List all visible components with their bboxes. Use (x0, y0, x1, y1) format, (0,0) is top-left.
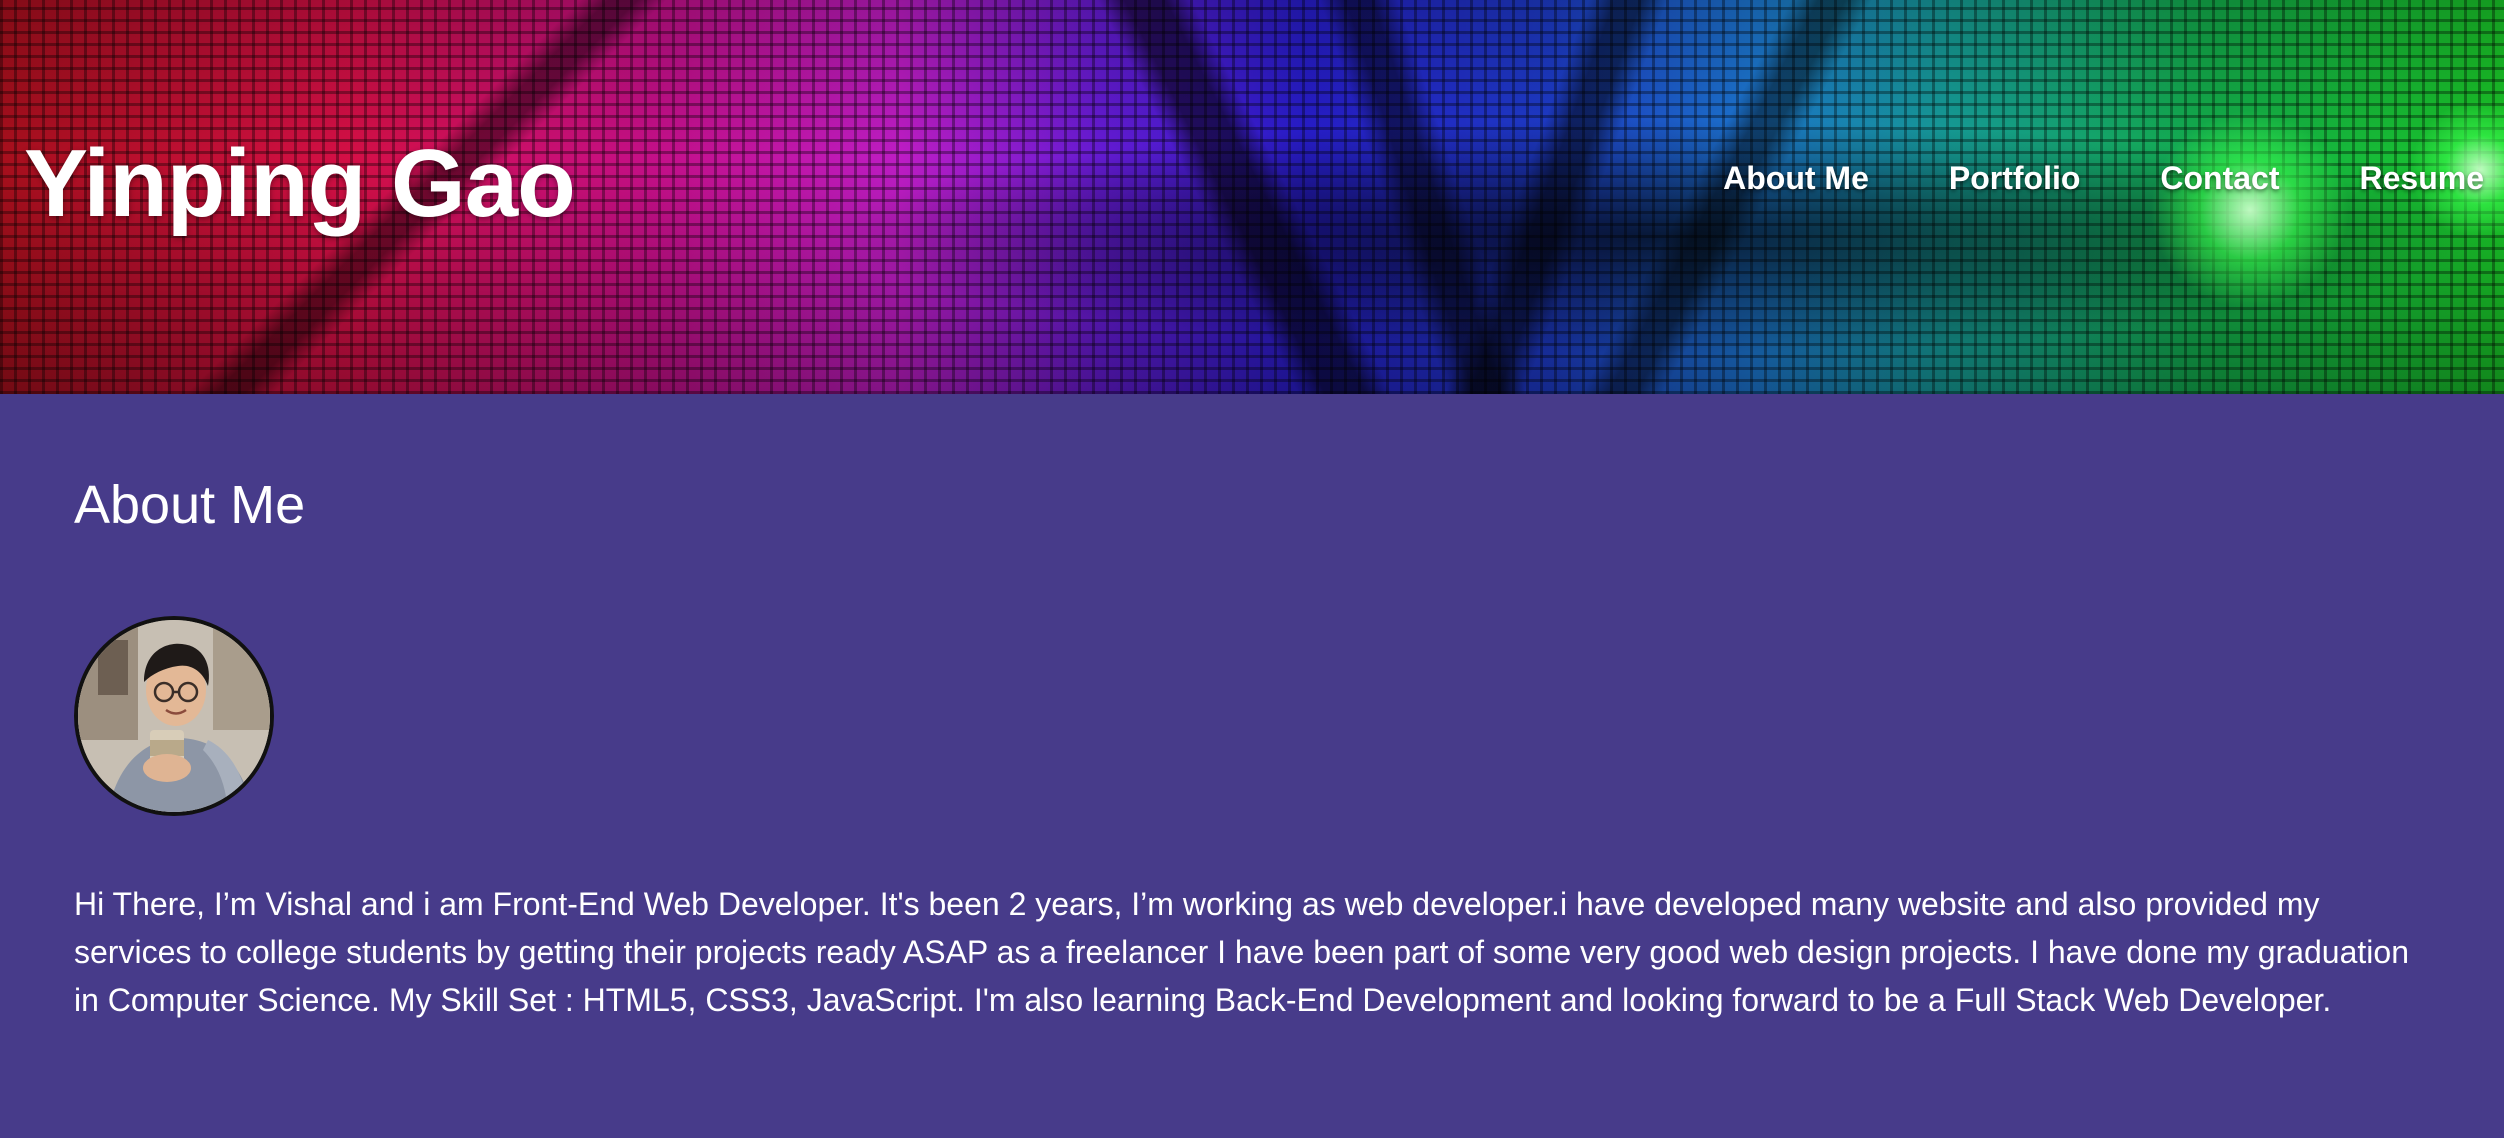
nav-contact-link[interactable]: Contact (2160, 160, 2279, 197)
about-description: Hi There, I’m Vishal and i am Front-End … (74, 886, 2409, 1018)
hero-banner: Yinping Gao About Me Portfolio Contact R… (0, 0, 2504, 394)
main-nav: About Me Portfolio Contact Resume (1723, 160, 2484, 197)
banner-light-glow (2150, 110, 2350, 310)
nav-portfolio-link[interactable]: Portfolio (1949, 160, 2081, 197)
section-title: About Me (74, 475, 306, 535)
profile-photo (78, 620, 270, 812)
about-section: About Me Hi There, I’m Vishal and i am F… (0, 394, 2504, 1024)
avatar (74, 616, 274, 816)
nav-resume-link[interactable]: Resume (2360, 160, 2485, 197)
site-title: Yinping Gao (24, 130, 576, 237)
nav-about-me-link[interactable]: About Me (1723, 160, 1869, 197)
